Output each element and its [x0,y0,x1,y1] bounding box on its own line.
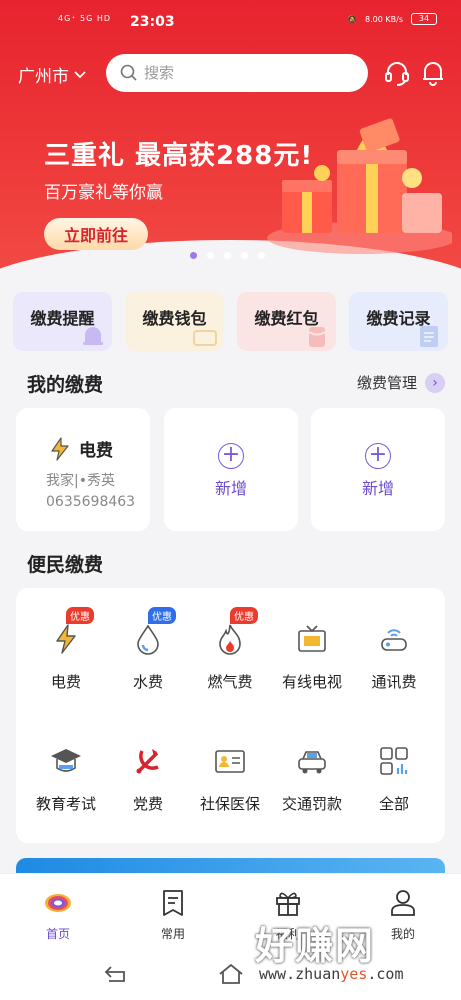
router-icon [381,629,407,651]
search-bar[interactable] [106,54,368,92]
add-bill-card[interactable]: + 新增 [311,408,445,531]
tab-frequent[interactable]: 常用 [143,888,203,942]
flame-icon [219,624,241,655]
tab-home[interactable]: 首页 [28,888,88,942]
tab-label: 常用 [160,927,185,941]
watermark-url-suffix: .com [367,965,404,983]
lightning-icon [56,624,76,654]
banner-subtitle[interactable]: 百万豪礼等你赢 [44,178,163,203]
user-icon [391,890,415,916]
records-icon [420,326,438,347]
banner-dot[interactable] [207,252,214,259]
back-icon[interactable] [103,963,129,985]
service-label: 有线电视 [281,673,342,691]
party-emblem-icon [136,749,159,774]
gift-icon [276,892,300,916]
service-social-security[interactable]: 社保医保 [187,743,273,814]
service-label: 电费 [50,673,81,691]
quick-card-red-packet[interactable]: 缴费红包 [237,292,336,351]
net-speed: 8.00 KB/s [365,14,403,24]
chevron-down-icon [74,70,86,78]
gift-boxes-illustration[interactable] [252,118,452,258]
bill-owner: 我家|•秀英 [46,473,115,489]
service-education-exam[interactable]: 教育考试 [23,743,109,814]
service-label: 全部 [378,795,409,813]
plus-icon: + [218,443,244,469]
service-party-dues[interactable]: 党费 [105,743,191,814]
add-bill-card[interactable]: + 新增 [164,408,298,531]
watermark-url-highlight: yes [340,965,368,983]
service-telecom[interactable]: 通讯费 [351,621,437,692]
watermark-url: www.zhuanyes.com [259,965,404,983]
service-label: 党费 [132,795,163,813]
banner-dot[interactable] [258,252,265,259]
service-label: 水费 [132,673,163,691]
battery-icon: 34 [411,13,437,25]
red-packet-icon [308,327,326,347]
discount-badge: 优惠 [230,607,258,624]
service-cable-tv[interactable]: 有线电视 [269,621,355,692]
bill-card-electricity[interactable]: 电费 我家|•秀英 0635698463 [16,408,150,531]
network-indicator: 4G⁺ 5G HD [58,14,112,23]
home-icon[interactable] [217,962,245,986]
watermark-logo-text: 好赚网 [255,924,376,968]
service-electricity[interactable]: 优惠 电费 [23,607,109,692]
my-bills-title: 我的缴费 [27,374,104,396]
site-watermark: 好赚网 www.zhuanyes.com [255,915,455,995]
tv-icon [298,625,326,652]
service-traffic-fines[interactable]: 交通罚款 [269,743,355,814]
service-gas[interactable]: 优惠 燃气费 [187,607,273,692]
add-bill-label: 新增 [361,479,394,498]
service-label: 社保医保 [199,795,260,813]
services-grid: 优惠 电费 优惠 水费 优惠 燃气费 有线电视 通讯费 教育考试 党费 社保医保… [16,588,445,843]
quick-card-reminder[interactable]: 缴费提醒 [13,292,112,351]
bill-account-number: 0635698463 [46,494,136,510]
service-all[interactable]: 全部 [351,743,437,814]
bill-name: 电费 [79,441,113,461]
service-label: 燃气费 [207,673,253,691]
graduation-cap-icon [51,749,81,772]
water-drop-icon [137,624,159,655]
bell-icon [83,327,103,345]
service-label: 交通罚款 [281,795,342,813]
car-icon [298,751,326,774]
banner-cta-button[interactable]: 立即前往 [44,218,148,250]
discount-badge: 优惠 [148,607,176,624]
headset-icon[interactable] [382,58,412,88]
service-label: 教育考试 [35,795,96,813]
service-water[interactable]: 优惠 水费 [105,607,191,692]
bell-icon[interactable] [418,58,448,88]
status-bar: 4G⁺ 5G HD 23:03 🔕 8.00 KB/s 34 [0,0,461,44]
bill-management-link[interactable]: 缴费管理 › [357,372,445,393]
status-right: 🔕 8.00 KB/s 34 [347,13,437,25]
add-bill-label: 新增 [214,479,247,498]
plus-icon: + [365,443,391,469]
wallet-icon [193,330,217,346]
home-logo-icon [45,894,71,912]
quick-card-wallet[interactable]: 缴费钱包 [125,292,224,351]
discount-badge: 优惠 [66,607,94,624]
banner-dot[interactable] [224,252,231,259]
bookmark-list-icon [163,890,183,916]
city-label: 广州市 [18,67,69,87]
search-icon [120,64,137,81]
city-selector[interactable]: 广州市 [18,62,87,87]
banner-dot[interactable] [190,252,197,259]
banner-dot[interactable] [241,252,248,259]
watermark-url-prefix: www.zhuan [259,965,341,983]
service-label: 通讯费 [371,673,417,691]
banner-pagination[interactable] [190,252,265,259]
grid-icon [380,747,408,775]
tab-label: 首页 [45,927,70,941]
lightning-icon [51,436,69,461]
search-input[interactable] [144,64,344,82]
services-title: 便民缴费 [27,554,104,576]
chevron-right-icon: › [425,372,445,393]
bill-name-row: 电费 [49,436,113,461]
clock: 23:03 [130,14,175,30]
id-card-icon [215,750,245,773]
mute-icon: 🔕 [347,14,358,24]
quick-card-records[interactable]: 缴费记录 [349,292,448,351]
bill-management-label: 缴费管理 [356,374,417,392]
